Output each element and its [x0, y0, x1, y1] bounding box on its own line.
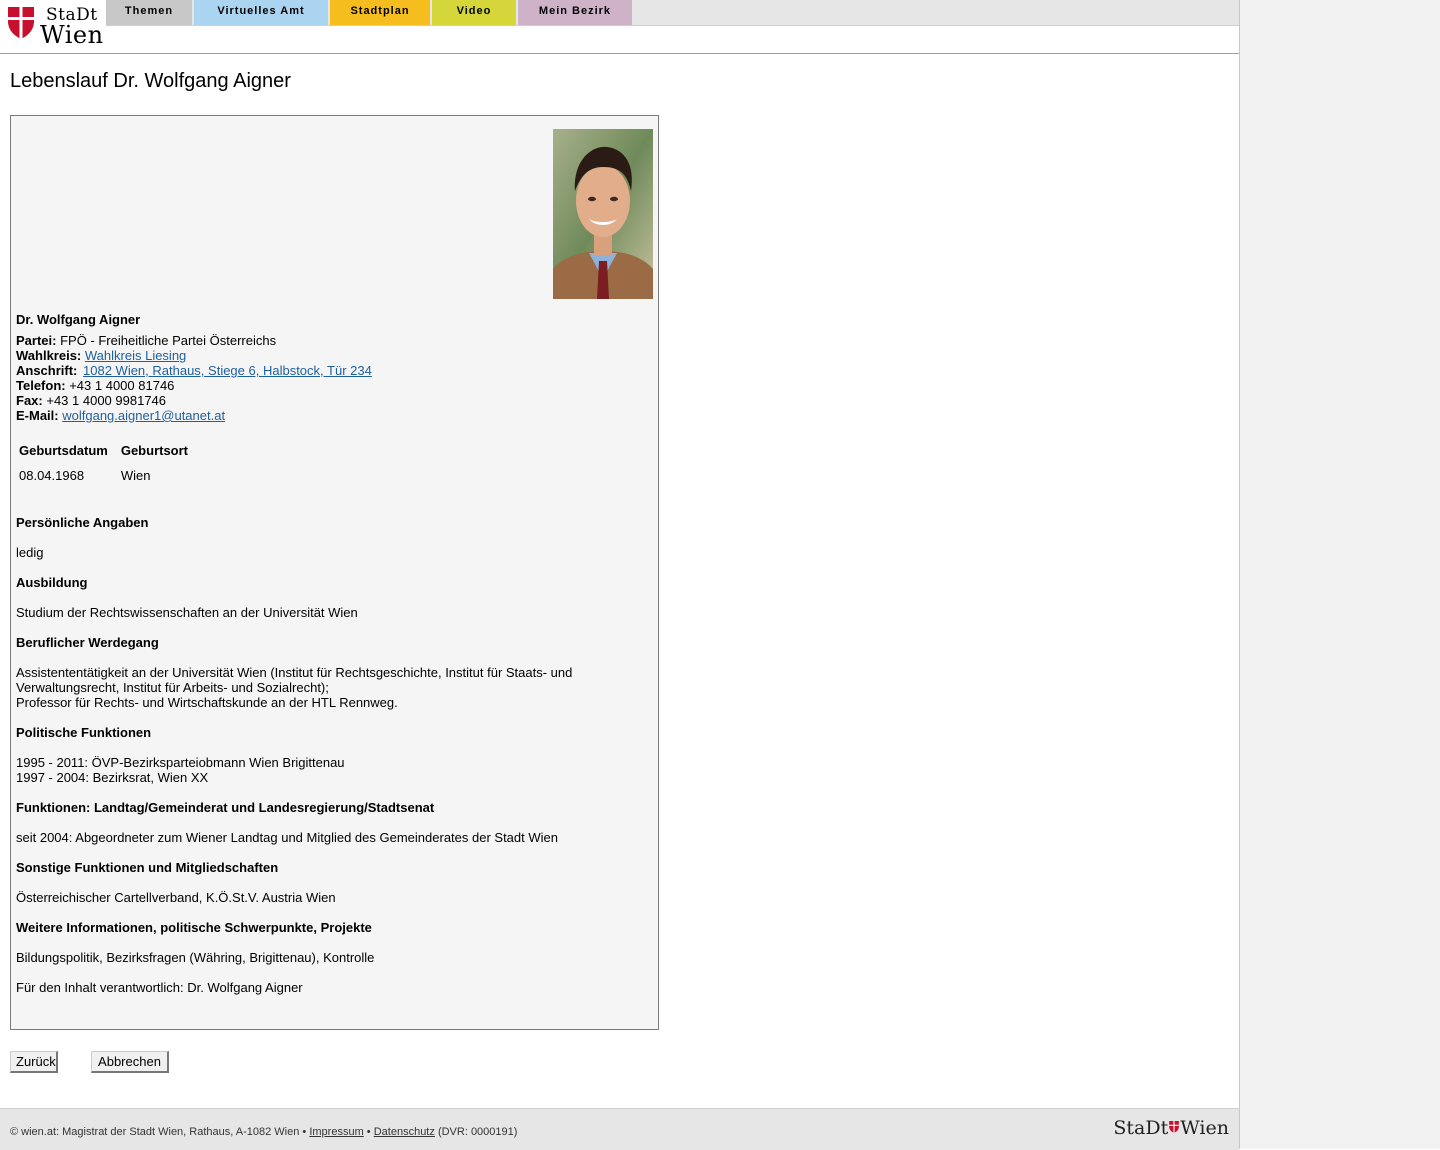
email-row: E-Mail: wolfgang.aigner1@utanet.at: [16, 408, 225, 423]
text-politik-line-1: 1995 - 2011: ÖVP-Bezirksparteiobmann Wie…: [16, 755, 345, 770]
footer: © wien.at: Magistrat der Stadt Wien, Rat…: [0, 1108, 1239, 1150]
partei-row: Partei: FPÖ - Freiheitliche Partei Öster…: [16, 333, 276, 348]
footer-logo[interactable]: StaDt Wien: [1113, 1117, 1229, 1139]
stadt-wien-logo[interactable]: StaDt Wien: [6, 4, 104, 49]
heading-landtag-funktionen: Funktionen: Landtag/Gemeinderat und Land…: [16, 800, 435, 815]
anschrift-link[interactable]: 1082 Wien, Rathaus, Stiege 6, Halbstock,…: [83, 363, 372, 378]
heading-weitere-informationen: Weitere Informationen, politische Schwer…: [16, 920, 372, 935]
profile-name: Dr. Wolfgang Aigner: [16, 312, 141, 327]
heading-persoenliche-angaben: Persönliche Angaben: [16, 515, 149, 530]
cell-geburtsdatum: 08.04.1968: [19, 468, 85, 483]
text-beruf-line-1: Assistententätigkeit an der Universität …: [16, 665, 573, 680]
anschrift-label: Anschrift:: [16, 363, 78, 378]
tab-themen[interactable]: Themen: [106, 0, 192, 25]
wahlkreis-label: Wahlkreis:: [16, 348, 82, 363]
telefon-label: Telefon:: [16, 378, 66, 393]
text-sonstige-funktionen: Österreichischer Cartellverband, K.Ö.St.…: [16, 890, 336, 905]
partei-label: Partei:: [16, 333, 57, 348]
footer-logo-stadt: StaDt: [1113, 1117, 1169, 1139]
responsibility-note: Für den Inhalt verantwortlich: Dr. Wolfg…: [16, 980, 303, 995]
partei-value: FPÖ - Freiheitliche Partei Österreichs: [60, 333, 277, 348]
heading-ausbildung: Ausbildung: [16, 575, 88, 590]
page: StaDt Wien Themen Virtuelles Amt Stadtpl…: [0, 0, 1240, 1150]
footer-logo-wien: Wien: [1180, 1117, 1229, 1139]
tab-virtuelles-amt[interactable]: Virtuelles Amt: [194, 0, 328, 25]
telefon-row: Telefon: +43 1 4000 81746: [16, 378, 174, 393]
tab-mein-bezirk[interactable]: Mein Bezirk: [518, 0, 632, 25]
cancel-button[interactable]: Abbrechen: [91, 1051, 169, 1073]
heading-beruflicher-werdegang: Beruflicher Werdegang: [16, 635, 159, 650]
fax-label: Fax:: [16, 393, 43, 408]
header-geburtsdatum: Geburtsdatum: [19, 443, 108, 458]
fax-value: +43 1 4000 9981746: [46, 393, 167, 408]
header-geburtsort: Geburtsort: [120, 443, 189, 458]
impressum-link[interactable]: Impressum: [309, 1126, 363, 1138]
wahlkreis-row: Wahlkreis: Wahlkreis Liesing: [16, 348, 186, 363]
page-title: Lebenslauf Dr. Wolfgang Aigner: [10, 70, 291, 92]
text-landtag-funktionen: seit 2004: Abgeordneter zum Wiener Landt…: [16, 830, 558, 845]
footer-text: © wien.at: Magistrat der Stadt Wien, Rat…: [10, 1126, 517, 1138]
text-beruf-line-2: Verwaltungsrecht, Institut für Arbeits- …: [16, 680, 329, 695]
back-button[interactable]: Zurück: [10, 1051, 58, 1073]
heading-sonstige-funktionen: Sonstige Funktionen und Mitgliedschaften: [16, 860, 279, 875]
birth-table-header-row: Geburtsdatum Geburtsort: [18, 441, 198, 464]
birth-table-row: 08.04.1968 Wien: [18, 466, 198, 483]
heading-politische-funktionen: Politische Funktionen: [16, 725, 152, 740]
main-navigation: Themen Virtuelles Amt Stadtplan Video Me…: [106, 0, 1239, 26]
email-label: E-Mail:: [16, 408, 59, 423]
fax-row: Fax: +43 1 4000 9981746: [16, 393, 166, 408]
tab-stadtplan[interactable]: Stadtplan: [330, 0, 430, 25]
text-weitere-informationen: Bildungspolitik, Bezirksfragen (Währing,…: [16, 950, 375, 965]
footer-separator: •: [366, 1126, 371, 1138]
birth-table: Geburtsdatum Geburtsort 08.04.1968 Wien: [16, 439, 200, 485]
text-ausbildung: Studium der Rechtswissenschaften an der …: [16, 605, 358, 620]
text-politik-line-2: 1997 - 2004: Bezirksrat, Wien XX: [16, 770, 209, 785]
footer-copyright: © wien.at: Magistrat der Stadt Wien, Rat…: [10, 1126, 307, 1138]
wahlkreis-link[interactable]: Wahlkreis Liesing: [85, 348, 186, 363]
footer-dvr: (DVR: 0000191): [437, 1126, 518, 1138]
header: StaDt Wien Themen Virtuelles Amt Stadtpl…: [0, 0, 1239, 54]
right-margin: [1240, 0, 1440, 1149]
portrait-photo: [553, 129, 653, 299]
text-persoenliche-angaben: ledig: [16, 545, 44, 560]
profile-box: Dr. Wolfgang Aigner Partei: FPÖ - Freihe…: [10, 115, 659, 1030]
wien-shield-icon: [8, 7, 34, 39]
text-beruf-line-3: Professor für Rechts- und Wirtschaftskun…: [16, 695, 398, 710]
anschrift-row: Anschrift: 1082 Wien, Rathaus, Stiege 6,…: [16, 363, 372, 378]
wien-shield-icon: [1169, 1121, 1180, 1133]
tab-video[interactable]: Video: [432, 0, 516, 25]
datenschutz-link[interactable]: Datenschutz: [374, 1126, 435, 1138]
logo-wien-text: Wien: [40, 21, 104, 49]
cell-geburtsort: Wien: [120, 468, 151, 483]
email-link[interactable]: wolfgang.aigner1@utanet.at: [62, 408, 225, 423]
telefon-value: +43 1 4000 81746: [69, 378, 175, 393]
